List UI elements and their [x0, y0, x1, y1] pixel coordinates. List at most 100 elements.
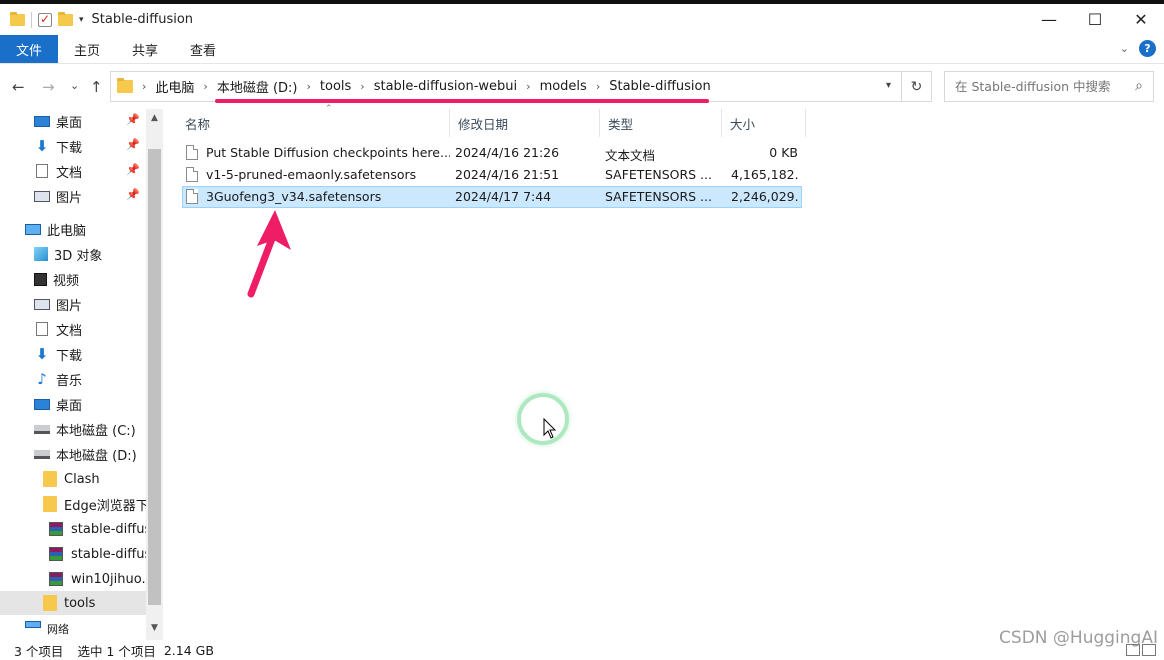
- chevron-right-icon[interactable]: ›: [203, 80, 207, 93]
- column-header-size[interactable]: 大小: [722, 109, 806, 137]
- sidebar-item-downloads[interactable]: ⬇ 下载: [0, 342, 146, 366]
- sidebar-item-archive[interactable]: stable-diffus: [0, 542, 146, 566]
- sidebar-item-desktop-pinned[interactable]: 桌面 📌: [0, 109, 146, 133]
- sidebar-item-label: Clash: [64, 471, 100, 487]
- minimize-button[interactable]: —: [1026, 4, 1072, 35]
- file-name: Put Stable Diffusion checkpoints here...: [206, 145, 450, 160]
- tab-share[interactable]: 共享: [116, 35, 174, 63]
- column-header-modified[interactable]: 修改日期: [450, 109, 600, 137]
- chevron-right-icon[interactable]: ›: [360, 80, 364, 93]
- document-icon: [36, 322, 48, 336]
- sidebar-item-downloads-pinned[interactable]: ⬇ 下载 📌: [0, 134, 146, 158]
- search-icon[interactable]: ⌕: [1135, 78, 1143, 94]
- divider: [31, 11, 32, 28]
- table-row-selected[interactable]: 3Guofeng3_v34.safetensors 2024/4/17 7:44…: [182, 186, 802, 208]
- breadcrumb-tools[interactable]: tools: [320, 79, 351, 94]
- tab-home[interactable]: 主页: [58, 35, 116, 63]
- breadcrumb-this-pc[interactable]: 此电脑: [155, 77, 194, 96]
- sidebar-item-pictures-pinned[interactable]: 图片 📌: [0, 184, 146, 208]
- sidebar-item-tools[interactable]: tools: [0, 591, 146, 615]
- back-arrow-icon[interactable]: ←: [12, 78, 25, 96]
- sidebar-item-3d-objects[interactable]: 3D 对象: [0, 242, 146, 266]
- breadcrumb-webui[interactable]: stable-diffusion-webui: [374, 79, 517, 94]
- chevron-right-icon[interactable]: ›: [307, 80, 311, 93]
- sort-ascending-icon: ⌃: [325, 104, 333, 114]
- desktop-icon: [34, 115, 50, 127]
- customize-toolbar-icon[interactable]: ▾: [79, 15, 84, 25]
- address-bar[interactable]: › 此电脑 › 本地磁盘 (D:) › tools › stable-diffu…: [110, 71, 902, 102]
- sidebar-item-label: stable-diffus: [71, 546, 146, 562]
- up-arrow-icon[interactable]: ↑: [90, 78, 103, 96]
- archive-icon: [49, 547, 63, 561]
- folder-icon: [43, 471, 57, 487]
- sidebar-item-this-pc[interactable]: 此电脑: [0, 217, 146, 241]
- breadcrumb-models[interactable]: models: [540, 79, 587, 94]
- sidebar-item-network[interactable]: 网络: [0, 621, 146, 635]
- chevron-right-icon[interactable]: ›: [526, 80, 530, 93]
- video-icon: [34, 272, 47, 286]
- title-bar: ▾ Stable-diffusion — ☐ ✕: [0, 4, 1164, 35]
- quick-access-toolbar: ▾: [0, 11, 84, 28]
- column-label: 类型: [608, 116, 634, 132]
- sidebar-item-videos[interactable]: 视频: [0, 267, 146, 291]
- breadcrumb-drive-d[interactable]: 本地磁盘 (D:): [217, 77, 298, 96]
- scroll-down-icon[interactable]: ▼: [146, 620, 163, 637]
- sidebar-item-documents[interactable]: 文档: [0, 317, 146, 341]
- sidebar-item-label: 视频: [53, 273, 80, 289]
- table-row[interactable]: Put Stable Diffusion checkpoints here...…: [182, 142, 802, 164]
- document-icon: [36, 164, 48, 178]
- tab-file[interactable]: 文件: [0, 35, 59, 63]
- file-type: SAFETENSORS ...: [605, 189, 712, 204]
- breadcrumb-stable-diffusion[interactable]: Stable-diffusion: [609, 79, 711, 94]
- chevron-right-icon[interactable]: ›: [142, 80, 146, 93]
- sidebar-item-music[interactable]: ♪ 音乐: [0, 367, 146, 391]
- sidebar-item-label: 图片: [56, 190, 83, 206]
- maximize-button[interactable]: ☐: [1072, 4, 1118, 35]
- pin-icon: 📌: [126, 188, 140, 201]
- scroll-up-icon[interactable]: ▲: [146, 110, 163, 127]
- recent-locations-icon[interactable]: ⌄: [70, 79, 79, 92]
- table-row[interactable]: v1-5-pruned-emaonly.safetensors 2024/4/1…: [182, 164, 802, 186]
- sidebar-item-clash[interactable]: Clash: [0, 467, 146, 491]
- sidebar-item-label: 此电脑: [47, 223, 87, 239]
- status-bar: 3 个项目 选中 1 个项目 2.14 GB: [0, 640, 1164, 660]
- forward-arrow-icon[interactable]: →: [42, 78, 55, 96]
- chevron-down-icon[interactable]: ▾: [886, 80, 891, 91]
- navigation-scrollbar[interactable]: ▲ ▼: [146, 109, 163, 640]
- folder-icon: [10, 11, 25, 26]
- properties-icon[interactable]: [38, 12, 52, 27]
- sidebar-item-label: 下载: [56, 140, 83, 156]
- desktop-icon: [34, 398, 50, 410]
- search-box[interactable]: ⌕: [944, 71, 1154, 102]
- folder-icon: [43, 496, 57, 512]
- annotation-arrow: [247, 210, 291, 298]
- window-controls: — ☐ ✕: [1026, 4, 1164, 35]
- tab-view[interactable]: 查看: [174, 35, 232, 63]
- refresh-button[interactable]: ↻: [902, 71, 932, 102]
- archive-icon: [49, 572, 63, 586]
- help-icon[interactable]: ?: [1139, 40, 1156, 57]
- sidebar-item-archive[interactable]: win10jihuo.z: [0, 567, 146, 591]
- search-input[interactable]: [945, 72, 1125, 101]
- scrollbar-thumb[interactable]: [148, 149, 161, 605]
- column-header-name[interactable]: 名称 ⌃: [177, 104, 450, 137]
- network-icon: [25, 621, 41, 628]
- new-folder-icon[interactable]: [58, 11, 73, 26]
- sidebar-item-archive[interactable]: stable-diffus: [0, 517, 146, 541]
- sidebar-item-drive-d[interactable]: 本地磁盘 (D:): [0, 442, 146, 466]
- download-icon: ⬇: [35, 345, 49, 363]
- sidebar-item-edge-downloads[interactable]: Edge浏览器下: [0, 492, 146, 516]
- folder-icon: [117, 78, 133, 93]
- column-label: 修改日期: [458, 116, 509, 132]
- chevron-right-icon[interactable]: ›: [596, 80, 600, 93]
- close-button[interactable]: ✕: [1118, 4, 1164, 35]
- column-header-type[interactable]: 类型: [600, 109, 722, 137]
- expand-ribbon-icon[interactable]: ⌄: [1120, 42, 1129, 55]
- sidebar-item-drive-c[interactable]: 本地磁盘 (C:): [0, 417, 146, 441]
- sidebar-item-pictures[interactable]: 图片: [0, 292, 146, 316]
- sidebar-item-desktop[interactable]: 桌面: [0, 392, 146, 416]
- 3d-objects-icon: [34, 247, 48, 261]
- selection-count: 选中 1 个项目: [77, 643, 156, 659]
- sidebar-item-documents-pinned[interactable]: 文档 📌: [0, 159, 146, 183]
- column-label: 大小: [730, 116, 756, 132]
